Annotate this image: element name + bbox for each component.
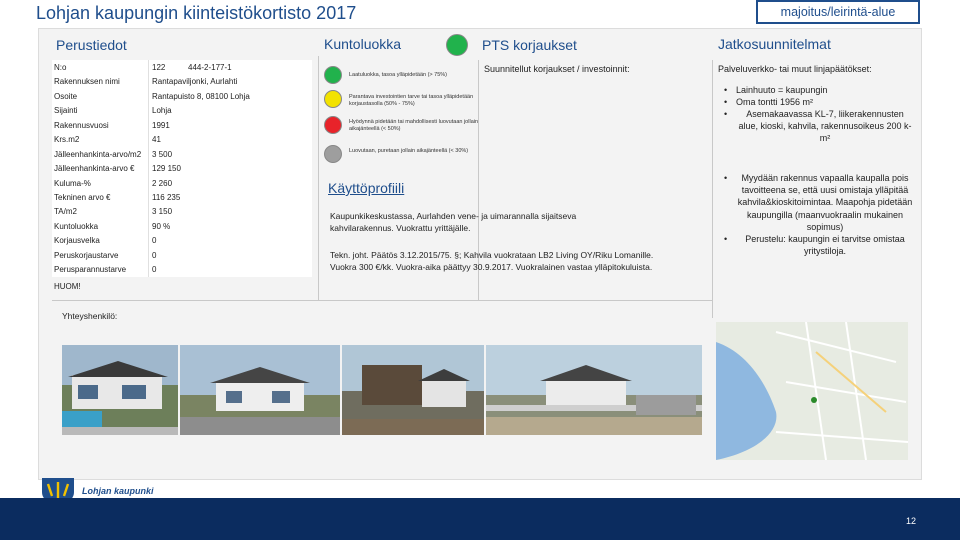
legend-dot-green [324, 66, 342, 84]
footer-bar [0, 498, 960, 540]
basic-info-key: Tekninen arvo € [54, 193, 111, 202]
basic-info-value: 41 [152, 135, 161, 145]
legend-text: Hyödynnä pidetään tai mahdollisesti luov… [349, 119, 479, 132]
building-photo-3 [342, 345, 484, 435]
basic-info-key: Korjausvelka [54, 236, 100, 246]
category-badge: majoitus/leirintä-alue [756, 0, 920, 24]
page-title: Lohjan kaupungin kiinteistökortisto 2017 [36, 3, 357, 23]
bullet-item: • Myydään rakennus vapaalla kaupalla pois… [724, 173, 913, 232]
basic-info-value: 129 150 [152, 164, 181, 174]
building-photo-1 [62, 345, 178, 435]
basic-info-row: Perusparannustarve 0 [52, 262, 312, 278]
legend-text: Luovutaan, puretaan jollain aikajänteell… [349, 148, 469, 154]
legend-dot-gray [324, 145, 342, 163]
basic-info-value: 1991 [152, 120, 170, 130]
future-plans-heading: Jatkosuunnitelmat [718, 36, 831, 52]
bullet-item: • Lainhuuto = kaupungin [724, 85, 828, 95]
basic-info-key: Jälleenhankinta-arvo € [54, 164, 135, 174]
basic-info-key: Rakennuksen nimi [54, 77, 120, 87]
basic-info-value: Rantapuisto 8, 08100 Lohja [152, 91, 250, 101]
building-photo-4 [486, 345, 702, 435]
basic-info-key: Jälleenhankinta-arvo/m2 [54, 149, 142, 159]
bullet-item: • Asemakaavassa KL-7, liikerakennusten al… [724, 109, 912, 143]
basic-info-value: Rantapaviljonki, Aurlahti [152, 77, 238, 87]
future-text: Palveluverkko- tai muut linjapäätökset: [718, 64, 872, 74]
basic-info-row: Tekninen arvo € 116 235 [52, 190, 312, 205]
basic-info-heading: Perustiedot [56, 37, 127, 53]
legend-dot-red [324, 116, 342, 134]
location-map [716, 322, 908, 460]
legend-text: Parantava investointien tarve tai tasoa … [349, 94, 474, 107]
profile-description: Kaupunkikeskustassa, Aurlahden vene- ja … [330, 211, 577, 233]
basic-info-key: Kuluma-% [54, 178, 91, 188]
basic-info-key: Kuntoluokka [54, 221, 99, 231]
basic-info-value: 3 500 [152, 149, 173, 159]
basic-info-key: Perusparannustarve [54, 265, 127, 275]
basic-info-row: Jälleenhankinta-arvo € 129 150 [52, 161, 312, 176]
basic-info-row: Kuntoluokka 90 % [52, 219, 312, 234]
basic-info-key: TA/m2 [54, 207, 77, 217]
basic-info-key: Peruskorjaustarve [54, 250, 119, 260]
basic-info-key: N:o [54, 62, 67, 72]
basic-info-row: TA/m2 3 150 [52, 204, 312, 220]
basic-info-value: 3 150 [152, 207, 173, 217]
basic-info-value: 0 [152, 236, 157, 246]
basic-info-value: Lohja [152, 106, 172, 116]
basic-info-row: Osoite Rantapuisto 8, 08100 Lohja [52, 88, 312, 104]
page-number: 12 [905, 516, 916, 526]
condition-heading: Kuntoluokka [324, 36, 402, 52]
basic-info-row: Peruskorjaustarve 0 [52, 248, 312, 263]
legend-text: Laatuluokka, tasoa ylläpidetään (> 75%) [349, 72, 447, 78]
basic-info-value: 122 [152, 62, 166, 72]
pts-text: Suunnitellut korjaukset / investoinnit: [484, 64, 630, 74]
bullet-item: • Oma tontti 1956 m² [724, 97, 814, 107]
basic-info-key: Krs.m2 [54, 135, 80, 145]
basic-info-value: 116 235 [152, 193, 181, 202]
basic-info-value-2: 444-2-177-1 [188, 62, 232, 72]
basic-info-row: Krs.m2 41 [52, 132, 312, 147]
basic-info-value: 90 % [152, 221, 171, 231]
condition-indicator [446, 34, 468, 56]
basic-info-key: Sijainti [54, 106, 78, 116]
basic-info-key: Rakennusvuosi [54, 120, 109, 130]
basic-info-row: Kuluma-% 2 260 [52, 175, 312, 191]
basic-info-value: 0 [152, 265, 157, 275]
basic-info-row: N:o 122 444-2-177-1 [52, 60, 312, 75]
basic-info-row: Sijainti Lohja [52, 103, 312, 118]
basic-info-table: N:o 122 444-2-177-1 Rakennuksen nimi Rantapa… [52, 60, 312, 278]
basic-info-key: Osoite [54, 91, 78, 101]
huom-label: HUOM! [54, 282, 81, 291]
future-bullets-1: • Lainhuuto = kaupungin • Oma tontti 1956 … [724, 84, 914, 144]
basic-info-row: Korjausvelka 0 [52, 233, 312, 249]
legend-dot-yellow [324, 90, 342, 108]
future-bullets-2: • Myydään rakennus vapaalla kaupalla pois… [724, 172, 914, 257]
contact-label: Yhteyshenkilö: [62, 311, 118, 321]
basic-info-row: Jälleenhankinta-arvo/m2 3 500 [52, 146, 312, 162]
basic-info-row: Rakennuksen nimi Rantapaviljonki, Aurlaht… [52, 74, 312, 89]
building-photo-2 [180, 345, 340, 435]
basic-info-row: Rakennusvuosi 1991 [52, 117, 312, 133]
bullet-item: • Perustelu: kaupungin ei tarvitse omista… [724, 234, 905, 257]
pts-heading: PTS korjaukset [482, 37, 577, 53]
profile-heading: Käyttöprofiili [328, 180, 405, 196]
city-name: Lohjan kaupunki [82, 486, 154, 496]
basic-info-value: 2 260 [152, 178, 173, 188]
basic-info-value: 0 [152, 250, 157, 260]
profile-decision: Tekn. joht. Päätös 3.12.2015/75. §; Kahv… [330, 250, 654, 272]
